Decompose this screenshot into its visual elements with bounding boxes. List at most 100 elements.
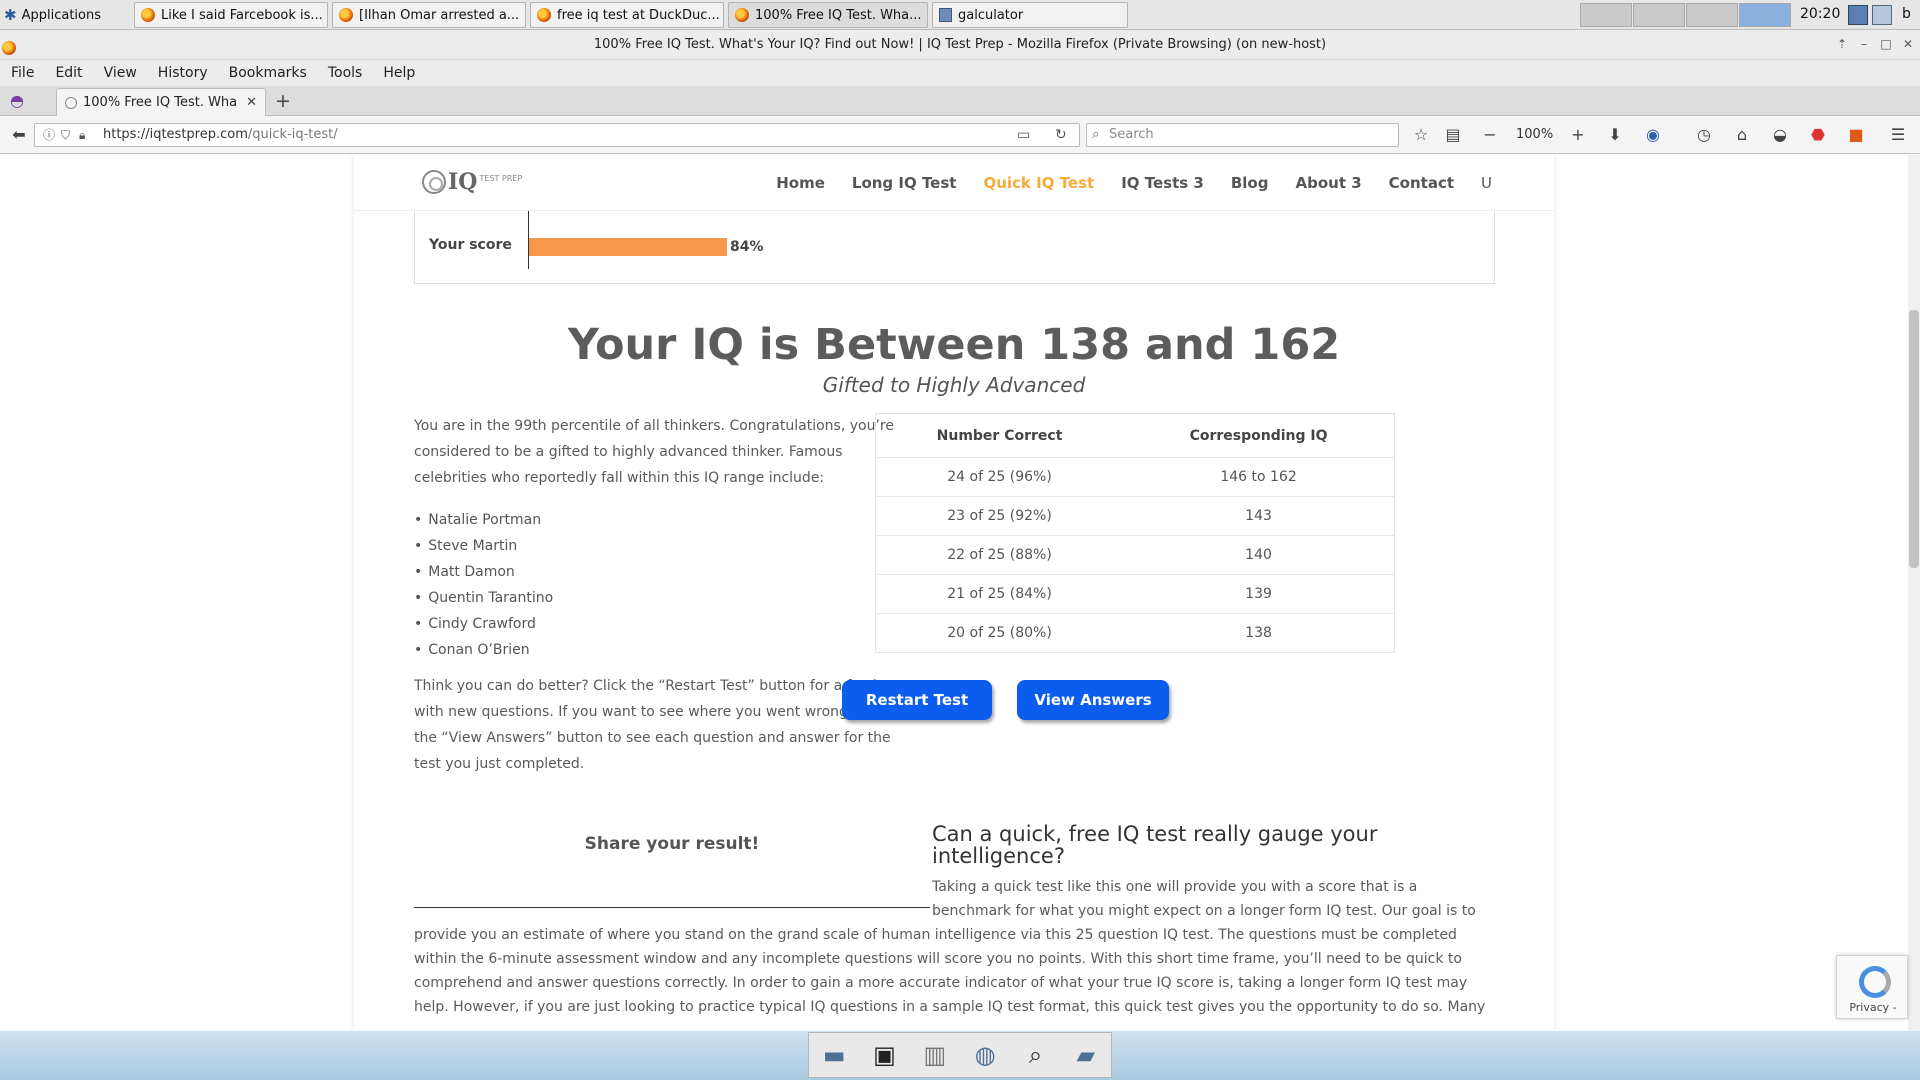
task-label: free iq test at DuckDuc... <box>557 7 720 23</box>
window-titlebar: 100% Free IQ Test. What's Your IQ? Find … <box>0 30 1920 60</box>
workspace-3[interactable] <box>1686 3 1738 27</box>
tab-close-icon[interactable]: ✕ <box>246 95 257 110</box>
menu-bookmarks[interactable]: Bookmarks <box>229 65 307 81</box>
nav-iq-tests[interactable]: IQ Tests 3 <box>1121 174 1204 192</box>
applications-menu[interactable]: ✱ Applications <box>4 4 101 26</box>
table-row: 20 of 25 (80%) 138 <box>875 613 1395 653</box>
nav-long-iq-test[interactable]: Long IQ Test <box>852 174 957 192</box>
task-button-4[interactable]: 100% Free IQ Test. Wha... <box>728 2 928 28</box>
site-logo[interactable]: IQ TEST PREP <box>422 169 522 195</box>
window-up-icon[interactable]: ⇡ <box>1834 37 1850 51</box>
globe-menu-icon[interactable]: ◉ <box>1642 125 1664 145</box>
browser-tab[interactable]: 100% Free IQ Test. Wha ✕ <box>56 88 266 116</box>
back-icon[interactable]: ⬅ <box>8 125 30 145</box>
new-tab-icon[interactable]: + <box>275 90 291 112</box>
logo-text: IQ <box>448 169 478 195</box>
download-icon[interactable]: ⬇ <box>1604 125 1626 145</box>
close-icon[interactable]: ✕ <box>1900 37 1916 51</box>
menu-file[interactable]: File <box>11 65 34 81</box>
files-icon[interactable]: ▬ <box>819 1040 849 1070</box>
table-row: 22 of 25 (88%) 140 <box>875 535 1395 575</box>
nav-contact[interactable]: Contact <box>1389 174 1454 192</box>
article-line: provide you an estimate of where you sta… <box>414 927 1457 943</box>
menu-tools[interactable]: Tools <box>328 65 363 81</box>
page-scrollbar[interactable] <box>1908 155 1920 1031</box>
task-label: galculator <box>958 7 1024 23</box>
search-icon[interactable]: ⌕ <box>1020 1040 1050 1070</box>
network-icon[interactable] <box>1848 5 1868 25</box>
display-icon[interactable] <box>1872 5 1892 25</box>
reading-list-icon[interactable]: ▤ <box>1442 125 1464 145</box>
scrollbar-thumb[interactable] <box>1909 310 1919 568</box>
hamburger-menu-icon[interactable]: ☰ <box>1887 125 1909 145</box>
table-cell: 20 of 25 (80%) <box>875 613 1124 653</box>
workspace-1[interactable] <box>1580 3 1632 27</box>
os-taskbar: ✱ Applications Like I said Farcebook is.… <box>0 0 1920 30</box>
web-browser-icon[interactable]: ◍ <box>970 1040 1000 1070</box>
menu-history[interactable]: History <box>158 65 208 81</box>
task-button-1[interactable]: Like I said Farcebook is... <box>134 2 328 28</box>
score-chart: Your score 84% <box>414 211 1495 284</box>
window-title: 100% Free IQ Test. What's Your IQ? Find … <box>593 37 1327 52</box>
nav-home[interactable]: Home <box>776 174 825 192</box>
col-corresponding-iq: Corresponding IQ <box>1123 413 1395 458</box>
addon-icon[interactable]: ■ <box>1845 125 1867 145</box>
bookmark-star-icon[interactable]: ☆ <box>1410 125 1432 145</box>
table-cell: 139 <box>1123 574 1395 614</box>
table-cell: 23 of 25 (92%) <box>875 496 1124 536</box>
list-item: Conan O’Brien <box>414 637 553 663</box>
file-manager-icon[interactable]: ▥ <box>920 1040 950 1070</box>
search-placeholder: Search <box>1109 127 1154 142</box>
terminal-icon[interactable]: ▣ <box>869 1040 899 1070</box>
maximize-icon[interactable]: □ <box>1878 37 1894 51</box>
reader-view-icon[interactable]: ▭ <box>1017 124 1030 146</box>
recaptcha-badge[interactable]: Privacy - <box>1836 955 1908 1019</box>
url-path: /quick-iq-test/ <box>247 127 338 142</box>
article-line: help. However, if you are just looking t… <box>414 999 1486 1015</box>
zoom-level[interactable]: 100% <box>1516 127 1553 142</box>
task-button-2[interactable]: [Ilhan Omar arrested a... <box>332 2 526 28</box>
logo-subtext: TEST PREP <box>479 173 523 183</box>
nav-blog[interactable]: Blog <box>1231 174 1269 192</box>
folder-icon[interactable]: ▰ <box>1071 1040 1101 1070</box>
menu-help[interactable]: Help <box>383 65 415 81</box>
minimize-icon[interactable]: – <box>1856 37 1872 51</box>
recaptcha-privacy-link[interactable]: Privacy - <box>1837 1001 1909 1014</box>
nav-quick-iq-test[interactable]: Quick IQ Test <box>983 174 1094 192</box>
adblock-icon[interactable]: ⬣ <box>1807 125 1829 145</box>
menu-view[interactable]: View <box>104 65 137 81</box>
workspace-2[interactable] <box>1633 3 1685 27</box>
tracking-shield-icon[interactable]: ⛉ <box>61 124 70 146</box>
site-header: IQ TEST PREP Home Long IQ Test Quick IQ … <box>354 155 1554 211</box>
task-button-5[interactable]: galculator <box>932 2 1128 28</box>
search-input[interactable]: ⌕ Search <box>1086 123 1399 147</box>
url-bar[interactable]: ⓘ ⛉ 🔒︎ https://iqtestprep.com/quick-iq-t… <box>34 123 1080 147</box>
applications-label: Applications <box>21 7 101 23</box>
task-button-3[interactable]: free iq test at DuckDuc... <box>530 2 724 28</box>
history-clock-icon[interactable]: ◷ <box>1693 125 1715 145</box>
site-info-icon[interactable]: ⓘ <box>43 124 55 146</box>
nav-search-icon[interactable]: U <box>1481 174 1492 192</box>
list-item: Steve Martin <box>414 533 553 559</box>
mask-icon[interactable]: ◒ <box>1769 125 1791 145</box>
user-indicator[interactable]: b <box>1902 6 1911 22</box>
restart-test-button[interactable]: Restart Test <box>842 680 992 720</box>
menu-edit[interactable]: Edit <box>55 65 82 81</box>
table-header-row: Number Correct Corresponding IQ <box>875 413 1395 458</box>
list-item: Cindy Crawford <box>414 611 553 637</box>
nav-about[interactable]: About 3 <box>1295 174 1361 192</box>
zoom-in-icon[interactable]: + <box>1567 125 1589 145</box>
list-item: Quentin Tarantino <box>414 585 553 611</box>
table-cell: 138 <box>1123 613 1395 653</box>
home-icon[interactable]: ⌂ <box>1731 125 1753 145</box>
article-line: comprehend and answer questions correctl… <box>414 975 1468 991</box>
table-row: 21 of 25 (84%) 139 <box>875 574 1395 614</box>
firefox-icon <box>537 8 551 22</box>
workspace-4[interactable] <box>1739 3 1791 27</box>
zoom-out-icon[interactable]: − <box>1479 125 1501 145</box>
tab-favicon-icon <box>65 96 77 109</box>
reload-icon[interactable]: ↻ <box>1055 124 1067 146</box>
tabbar: ◓ 100% Free IQ Test. Wha ✕ + <box>0 86 1920 116</box>
brain-gear-icon <box>422 170 446 194</box>
view-answers-button[interactable]: View Answers <box>1017 680 1169 720</box>
